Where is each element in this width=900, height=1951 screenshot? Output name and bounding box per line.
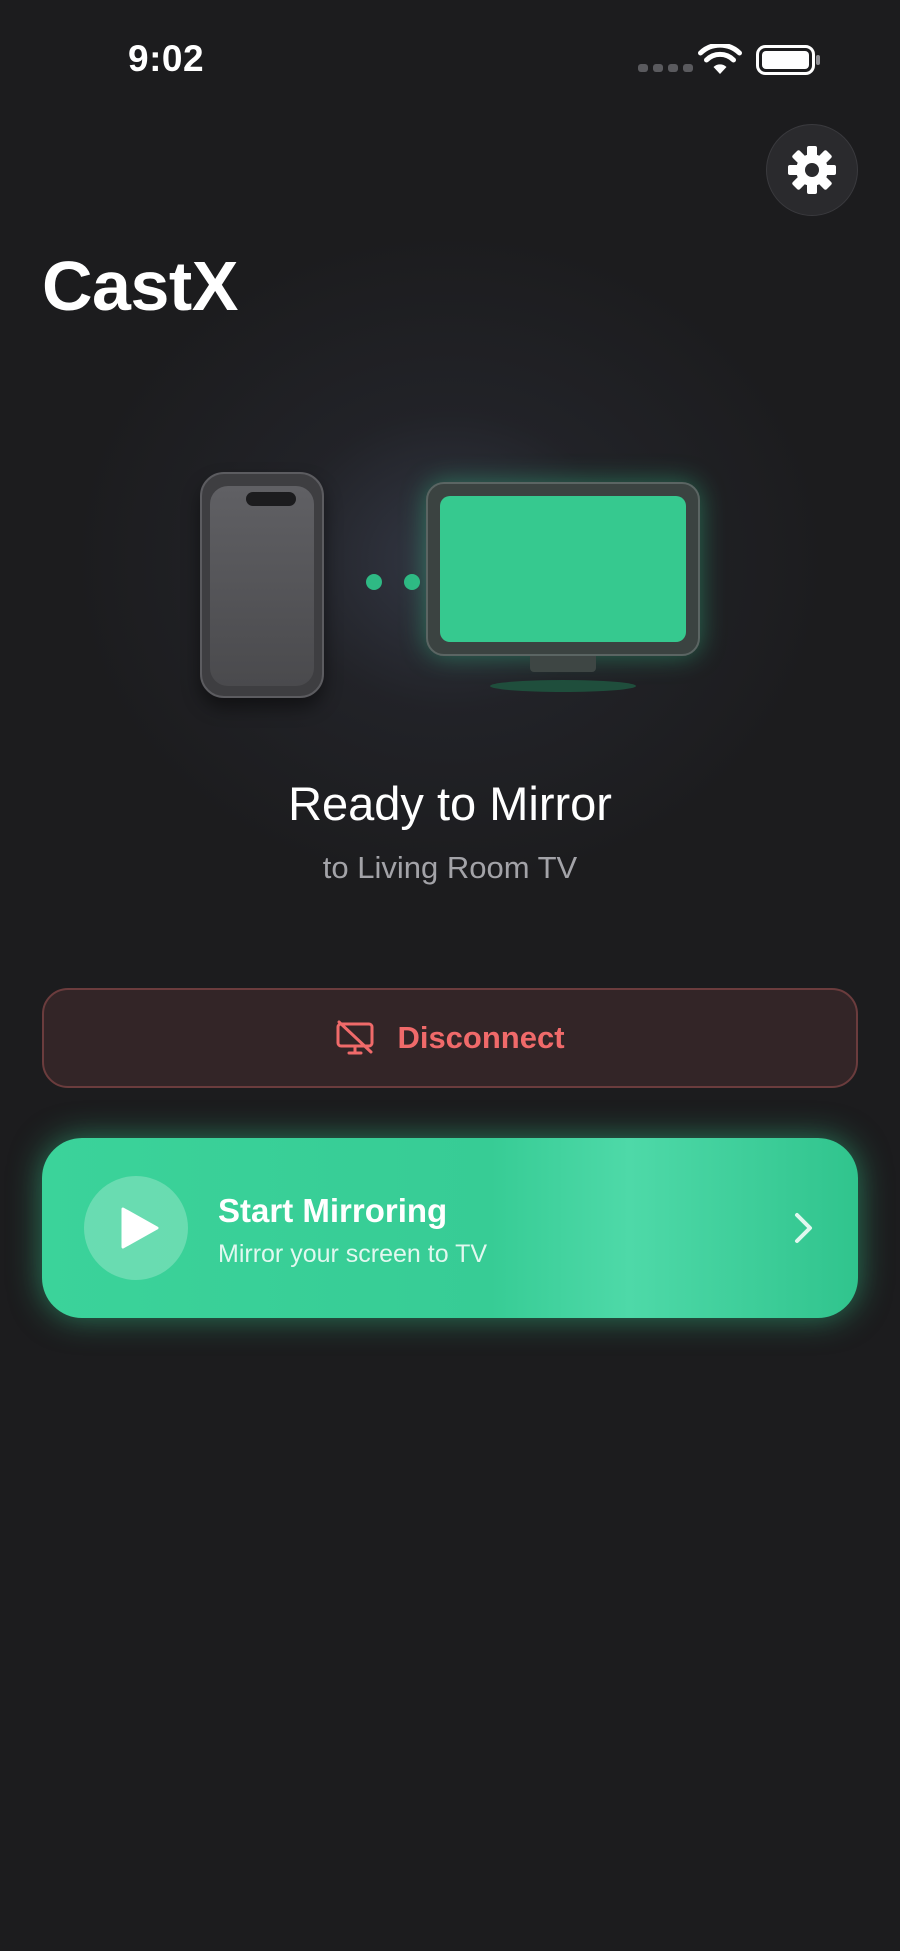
tv-icon — [426, 482, 700, 656]
disconnect-button[interactable]: Disconnect — [42, 988, 858, 1088]
play-icon — [121, 1207, 159, 1249]
disconnect-label: Disconnect — [397, 1020, 565, 1055]
start-mirroring-sublabel: Mirror your screen to TV — [218, 1240, 488, 1268]
connection-status-title: Ready to Mirror — [288, 777, 612, 830]
gear-icon — [788, 146, 836, 194]
signal-icon — [638, 64, 693, 72]
connection-dot — [366, 574, 382, 590]
tv-stand-base — [490, 680, 636, 692]
status-bar: 9:02 — [0, 0, 900, 120]
phone-screen — [210, 486, 314, 686]
screen-off-icon — [336, 1020, 374, 1055]
phone-notch — [246, 492, 296, 506]
mirroring-illustration — [0, 460, 900, 720]
chevron-right-icon — [795, 1213, 812, 1243]
phone-icon — [200, 472, 324, 698]
tv-screen — [440, 496, 686, 642]
connection-dot — [404, 574, 420, 590]
play-button-circle — [84, 1176, 188, 1280]
battery-icon — [756, 45, 820, 75]
start-mirroring-label: Start Mirroring — [218, 1192, 448, 1229]
cast-home-screen: 9:02 CastX Ready to Mirror to Living Roo… — [0, 0, 900, 1951]
settings-button[interactable] — [766, 124, 858, 216]
wifi-icon — [698, 44, 742, 74]
status-time: 9:02 — [128, 38, 205, 79]
app-title: CastX — [42, 247, 238, 325]
tv-stand — [530, 656, 596, 672]
start-mirroring-button[interactable]: Start Mirroring Mirror your screen to TV — [42, 1138, 858, 1318]
connection-status-subtitle: to Living Room TV — [322, 850, 578, 885]
